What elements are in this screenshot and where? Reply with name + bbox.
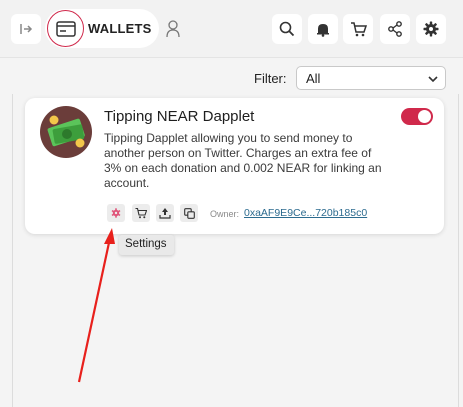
wallet-circle <box>47 10 84 47</box>
user-icon <box>166 20 180 38</box>
wallets-label: WALLETS <box>88 21 152 36</box>
user-button[interactable] <box>163 18 183 40</box>
chevron-down-icon <box>428 76 438 83</box>
dapplet-title: Tipping NEAR Dapplet <box>104 108 255 125</box>
settings-icon <box>111 208 121 218</box>
owner-address-link[interactable]: 0xaAF9E9Ce...720b185c0 <box>244 207 367 219</box>
copy-icon <box>183 207 195 219</box>
wallets-button[interactable]: WALLETS <box>45 9 159 48</box>
gear-icon <box>423 21 439 37</box>
settings-tooltip: Settings <box>119 235 174 255</box>
sidebar-toggle-button[interactable] <box>11 14 41 44</box>
dapplet-store-button[interactable] <box>132 204 150 222</box>
left-divider <box>12 94 13 407</box>
settings-button[interactable] <box>416 14 446 44</box>
right-divider <box>458 94 459 407</box>
filter-label: Filter: <box>254 71 287 86</box>
owner-label: Owner: <box>210 209 240 219</box>
dapplet-enable-toggle[interactable] <box>401 108 433 125</box>
tooltip-text: Settings <box>125 238 167 250</box>
sidebar-toggle-icon <box>20 24 33 34</box>
bell-icon <box>317 23 329 37</box>
cart-icon <box>135 207 147 218</box>
dapplet-settings-button[interactable] <box>107 204 125 222</box>
share-icon <box>388 21 402 37</box>
search-button[interactable] <box>272 14 302 44</box>
dapplet-description: Tipping Dapplet allowing you to send mon… <box>104 131 382 190</box>
dapplet-copy-button[interactable] <box>180 204 198 222</box>
toggle-knob <box>418 110 431 123</box>
share-button[interactable] <box>380 14 410 44</box>
cart-icon <box>350 21 367 36</box>
upload-icon <box>159 208 171 219</box>
dapplet-card: Tipping NEAR Dapplet Tipping Dapplet all… <box>25 98 444 234</box>
search-icon <box>279 21 295 37</box>
dapplet-icon <box>40 106 92 158</box>
store-button[interactable] <box>343 14 373 44</box>
wallet-icon <box>55 20 76 37</box>
dapplet-deploy-button[interactable] <box>156 204 174 222</box>
notifications-button[interactable] <box>308 14 338 44</box>
filter-select[interactable]: All <box>296 66 446 90</box>
filter-value: All <box>306 71 321 86</box>
header: WALLETS <box>0 0 463 58</box>
